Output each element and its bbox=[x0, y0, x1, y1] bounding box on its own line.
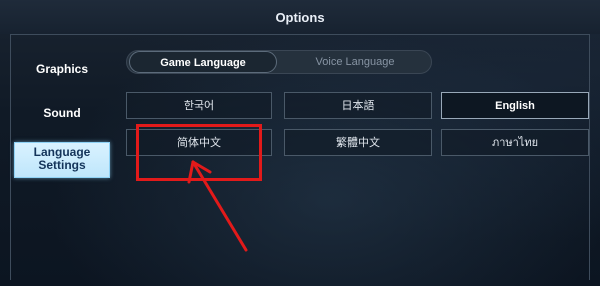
tab-voice-language[interactable]: Voice Language bbox=[279, 51, 431, 73]
window-title: Options bbox=[275, 10, 325, 25]
language-tabs: Game Language Voice Language bbox=[126, 50, 432, 74]
language-option-thai[interactable]: ภาษาไทย bbox=[441, 129, 589, 156]
sidebar-item-label: Sound bbox=[43, 106, 81, 120]
sidebar-item-graphics[interactable]: Graphics bbox=[18, 60, 106, 78]
language-option-japanese[interactable]: 日本語 bbox=[284, 92, 432, 119]
sidebar-item-label: Graphics bbox=[35, 62, 89, 76]
sidebar-item-label-line2: Settings bbox=[38, 158, 86, 172]
sidebar-item-sound[interactable]: Sound bbox=[18, 104, 106, 122]
sidebar-item-language-settings[interactable]: Language Settings bbox=[14, 142, 110, 178]
language-option-korean[interactable]: 한국어 bbox=[126, 92, 272, 119]
language-option-traditional-chinese[interactable]: 繁體中文 bbox=[284, 129, 432, 156]
language-option-english[interactable]: English bbox=[441, 92, 589, 119]
tab-game-language[interactable]: Game Language bbox=[129, 51, 277, 73]
language-option-simplified-chinese[interactable]: 简体中文 bbox=[126, 129, 272, 156]
